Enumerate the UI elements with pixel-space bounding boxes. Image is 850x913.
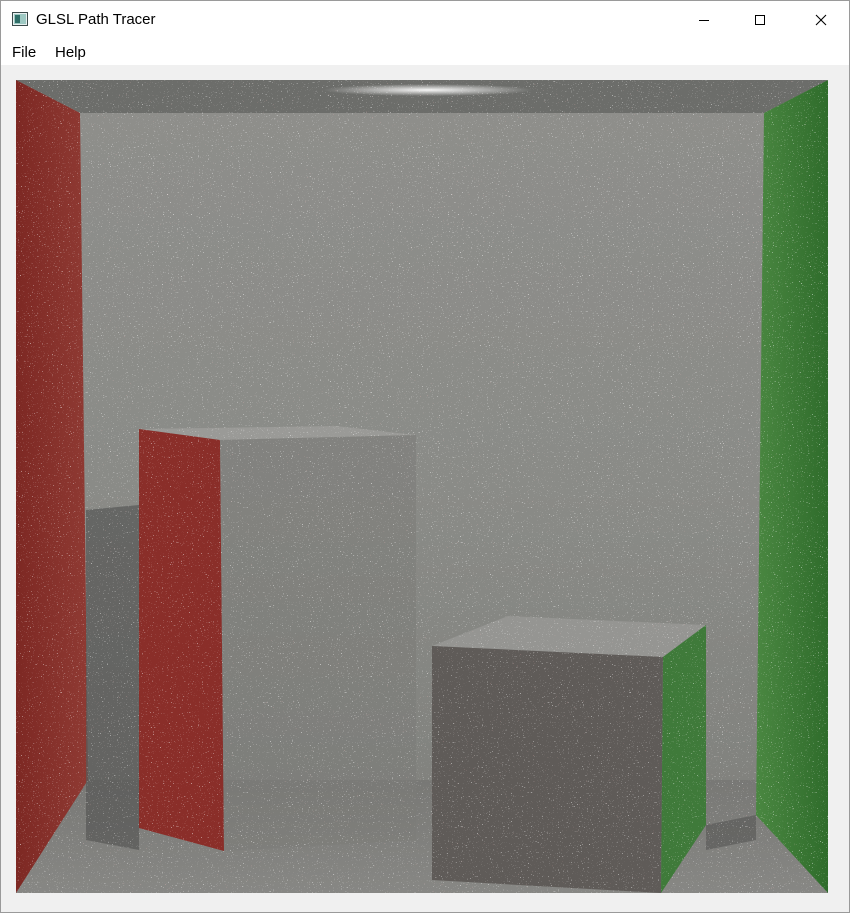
menu-file[interactable]: File	[12, 44, 36, 62]
menu-help[interactable]: Help	[55, 44, 86, 62]
app-window: GLSL Path Tracer File Help	[0, 0, 850, 913]
menu-bar: File Help	[1, 39, 849, 65]
title-bar[interactable]: GLSL Path Tracer	[1, 1, 849, 39]
close-button[interactable]	[793, 1, 849, 39]
render-noise-red	[16, 80, 828, 893]
rendered-scene	[16, 80, 828, 893]
minimize-button[interactable]	[676, 1, 732, 39]
maximize-icon	[755, 15, 765, 25]
maximize-button[interactable]	[732, 1, 788, 39]
window-title: GLSL Path Tracer	[36, 11, 156, 28]
app-icon	[12, 12, 28, 26]
minimize-icon	[699, 20, 709, 21]
close-icon	[815, 14, 827, 26]
render-viewport[interactable]	[16, 80, 828, 893]
